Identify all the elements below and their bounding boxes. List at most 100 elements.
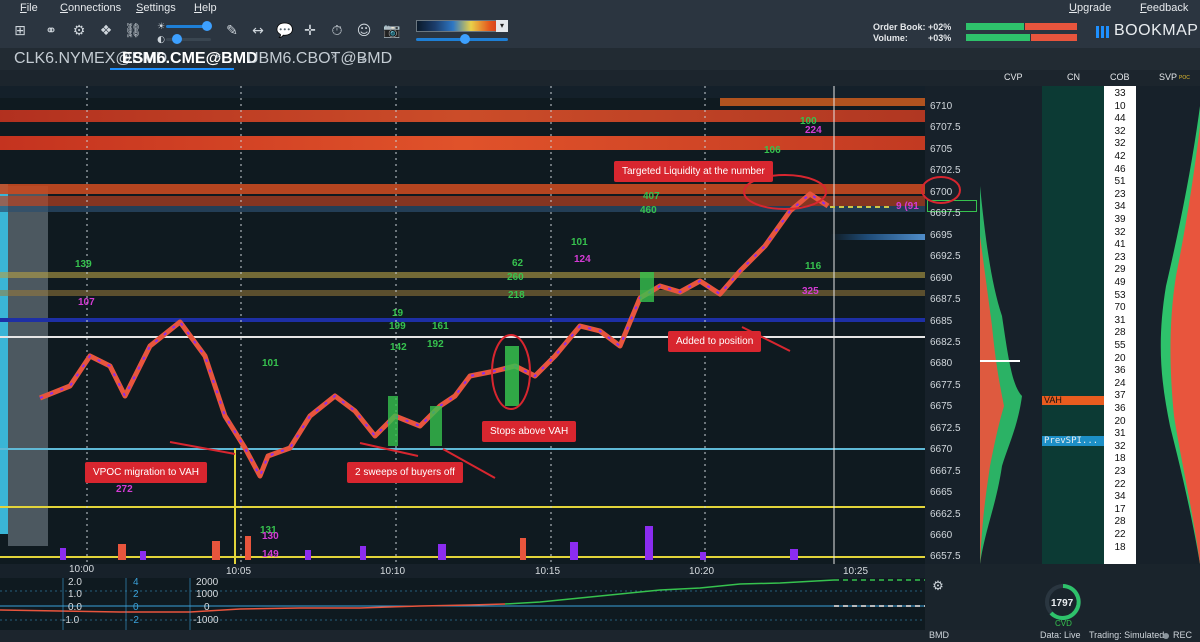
heatmap-band (0, 290, 925, 296)
chat-icon[interactable]: 💬 (276, 22, 294, 40)
timer-icon[interactable]: ⏱ (328, 22, 346, 40)
volume-label-325: 325 (802, 286, 819, 297)
cob-value: 18 (1114, 453, 1126, 465)
cob-value: 23 (1114, 251, 1126, 263)
volume-label-272: 272 (116, 484, 133, 495)
heatmap-slider-knob[interactable] (460, 34, 470, 44)
axis-left-label: 1.0 (68, 589, 82, 600)
axis-left-label: 2.0 (68, 577, 82, 588)
close-tab-icon[interactable]: × (215, 51, 221, 63)
connections-icon[interactable]: ⚭ (42, 22, 60, 40)
volume-label-161: 161 (432, 321, 449, 332)
menu-file[interactable]: File (20, 2, 38, 14)
menu-settings[interactable]: Settings (136, 2, 176, 14)
tab-label: UBM6.CBOT@BMD (247, 50, 393, 67)
volume-label-101: 101 (262, 358, 279, 369)
network-icon[interactable]: ❖ (97, 22, 115, 40)
price-tick-label: 6660 (930, 530, 953, 541)
link-icon[interactable]: ⛓ (124, 22, 142, 40)
menu-bar: File Connections Settings Help Upgrade F… (0, 0, 1200, 16)
time-label: 10:05 (226, 566, 252, 577)
annotation-stops: Stops above VAH (482, 421, 577, 442)
buy-cluster (505, 346, 519, 406)
tab-ubm6[interactable]: UBM6.CBOT@BMD (235, 48, 392, 70)
cob-value: 33 (1114, 88, 1126, 99)
heatmap-band (0, 136, 925, 150)
price-tick-label: 6692.5 (930, 251, 961, 263)
cob-value: 32 (1114, 125, 1126, 137)
axis-left-label: 0.0 (68, 602, 82, 613)
gear-icon[interactable]: ⚙ (929, 578, 947, 596)
order-book-bid-bar (966, 23, 1024, 30)
brand-name: BOOKMAP (1114, 22, 1199, 39)
axis-mid-label: 0 (133, 602, 139, 613)
heatmap-color-picker[interactable] (416, 20, 508, 32)
time-label: 10:20 (689, 566, 715, 577)
pencil-icon[interactable]: ✎ (223, 22, 241, 40)
cob-value: 17 (1114, 503, 1126, 515)
price-tick-label: 6670 (930, 444, 953, 456)
cob-value: 31 (1114, 314, 1126, 326)
svp-column-header: SVP (1159, 72, 1178, 82)
tab-clk6[interactable]: CLK6.NYMEX@BMD (2, 48, 167, 70)
heatmap-band (0, 184, 925, 194)
cob-value: 32 (1114, 226, 1126, 238)
cob-value: 23 (1114, 188, 1126, 200)
volume-profile-ask (8, 186, 48, 546)
add-tab-button[interactable]: + (359, 51, 367, 67)
price-tick-label: 6710 (930, 101, 953, 112)
status-data: Data: Live (1040, 630, 1081, 640)
svp-column (1136, 86, 1200, 564)
heatmap-chart[interactable] (0, 86, 925, 564)
brightness-slider-knob[interactable] (202, 21, 212, 31)
upgrade-link[interactable]: Upgrade (1069, 2, 1111, 14)
volume-label-407: 407 (643, 191, 660, 202)
price-tick-label: 6705 (930, 143, 953, 155)
cvd-value: 1797 (1051, 598, 1074, 609)
add-chart-icon[interactable]: ⊞ (11, 22, 29, 40)
volume-label-62: 62 (512, 258, 524, 269)
buy-cluster (640, 272, 654, 302)
menu-help[interactable]: Help (194, 2, 217, 14)
price-tick-label: 6687.5 (930, 294, 961, 306)
cob-value: 28 (1114, 516, 1126, 528)
chevron-down-icon[interactable]: ▾ (496, 20, 508, 32)
cob-value: 31 (1114, 428, 1126, 440)
time-axis (0, 564, 925, 578)
person-icon[interactable]: ☺ (355, 22, 373, 40)
cob-value: 37 (1114, 390, 1126, 402)
feedback-link[interactable]: Feedback (1140, 2, 1188, 14)
annotation-vpoc: VPOC migration to VAH (85, 462, 207, 483)
menu-connections[interactable]: Connections (60, 2, 121, 14)
contrast-slider-knob[interactable] (172, 34, 182, 44)
camera-icon[interactable]: 📷 (383, 22, 401, 40)
volume-ask-bar (1031, 34, 1077, 41)
crosshair-icon[interactable]: ✛ (301, 22, 319, 40)
heatmap-band (0, 272, 925, 278)
volume-label-224: 224 (805, 125, 822, 136)
cob-value: 70 (1114, 302, 1126, 314)
cn-column (1042, 86, 1104, 564)
axis-mid-label: 2 (133, 589, 139, 600)
price-tick-label: 6662.5 (930, 508, 961, 520)
cob-value: 22 (1114, 478, 1126, 490)
cob-value: 36 (1114, 365, 1126, 377)
svp-profile-svg (1160, 106, 1200, 564)
price-tick-label: 6707.5 (930, 122, 961, 134)
cob-value: 36 (1114, 403, 1126, 414)
cob-value: 29 (1114, 264, 1126, 276)
price-tick-label: 6675 (930, 401, 953, 413)
time-label: 10:25 (843, 566, 869, 577)
axis-right-label: 2000 (196, 577, 219, 588)
annotation-targeted: Targeted Liquidity at the number (614, 161, 773, 182)
yellow-line (0, 556, 925, 558)
price-tick-label: 6680 (930, 358, 953, 370)
heatmap-band (0, 110, 925, 122)
cn-column-header: CN (1067, 72, 1080, 82)
settings-icon[interactable]: ⚙ (70, 22, 88, 40)
cvp-profile-svg (980, 186, 1022, 564)
resize-width-icon[interactable]: ↔ (249, 22, 267, 40)
status-rec[interactable]: REC (1173, 630, 1192, 640)
axis-right-label: 0 (204, 602, 210, 613)
close-tab-icon[interactable]: × (331, 51, 337, 63)
